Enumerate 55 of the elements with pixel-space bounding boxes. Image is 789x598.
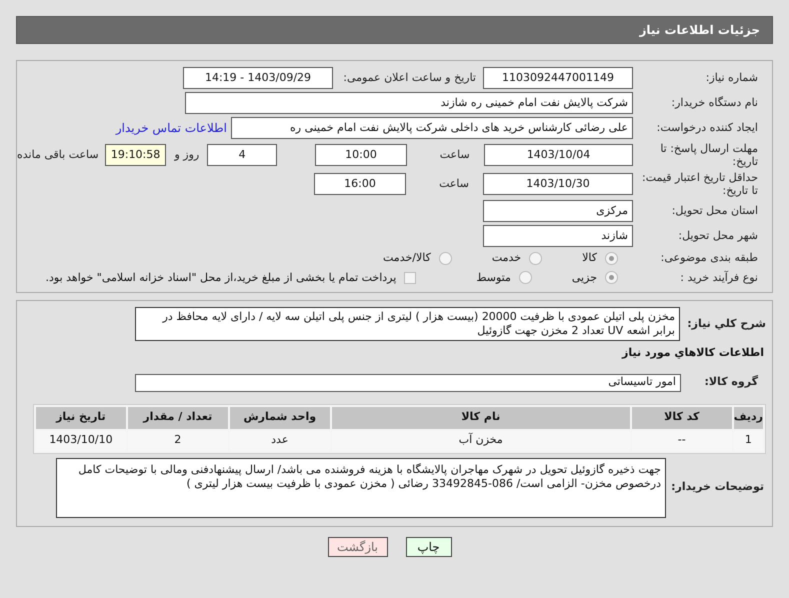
radio-label: جزیی bbox=[572, 270, 597, 286]
requester-field: علی رضائی کارشناس خرید های داخلی شرکت پالایش نفت امام خمینی ره bbox=[231, 117, 633, 139]
column-header: ردیف bbox=[734, 406, 763, 428]
field-label: نوع فرآیند خرید : bbox=[679, 270, 758, 286]
field-label: طبقه بندی موضوعی: bbox=[660, 250, 758, 266]
field-label: ساعت bbox=[438, 176, 470, 192]
field-label: نام دستگاه خریدار: bbox=[670, 94, 758, 111]
buyer-contact-link[interactable]: اطلاعات تماس خریدار bbox=[116, 119, 227, 137]
remaining-time-field: 19:10:58 bbox=[104, 144, 166, 166]
field-label: مهلت ارسال پاسخ: تا تاریخ: bbox=[659, 142, 758, 168]
buyer-org-field: شرکت پالایش نفت امام خمینی ره شازند bbox=[185, 92, 633, 114]
radio-button[interactable] bbox=[518, 271, 532, 284]
city-field: شازند bbox=[483, 225, 633, 247]
field-label: حداقل تاریخ اعتبار قیمت: تا تاریخ: bbox=[641, 171, 758, 197]
column-header: نام کالا bbox=[332, 406, 630, 428]
field-label: شرح کلي نياز: bbox=[686, 316, 766, 332]
radio-button[interactable] bbox=[605, 271, 618, 284]
description-textarea[interactable]: مخزن پلی اتیلن عمودی با ظرفیت 20000 (بیست هزار ) لیتری از جنس پلی اتیلن سه لایه / دارای لایه محافظ در برابر اشعه UV تعداد 2 مخزن جهت گازوئیل bbox=[135, 307, 680, 341]
buyer-notes-textarea[interactable]: جهت ذخیره گازوئیل تحویل در شهرک مهاجران پالایشگاه با هزینه فروشنده می باشد/ ارسال پیشنهادفنی ومالی با توضیحات کامل درخصوص مخزن- الزامی است/ 086-33492845 رضائی ( مخزن عمودی با ظرفیت بیست هزار لیتری ) bbox=[56, 458, 666, 518]
field-label: توضیحات خریدار: bbox=[670, 479, 765, 496]
column-header: تاریخ نیاز bbox=[36, 406, 126, 428]
radio-label: متوسط bbox=[476, 270, 511, 286]
province-field: مرکزی bbox=[483, 200, 633, 222]
field-label: گروه کالا: bbox=[703, 374, 759, 390]
radio-button[interactable] bbox=[529, 252, 542, 265]
checkbox-label: پرداخت تمام یا بخشی از مبلغ خرید،از محل "اسناد خزانه اسلامی" خواهد بود. bbox=[46, 270, 396, 286]
field-label: ساعت bbox=[438, 146, 471, 163]
field-label: شماره نیاز: bbox=[704, 70, 758, 86]
radio-label: کالا/خدمت bbox=[383, 250, 431, 266]
need-number-field: 1103092447001149 bbox=[483, 67, 633, 89]
checkbox[interactable] bbox=[404, 272, 416, 284]
field-label: تاریخ و ساعت اعلان عمومی: bbox=[342, 70, 476, 86]
validity-date-field: 1403/10/30 bbox=[483, 173, 633, 195]
print-button[interactable]: چاپ bbox=[406, 536, 452, 556]
column-header: تعداد / مقدار bbox=[128, 406, 228, 428]
field-label: ایجاد کننده درخواست: bbox=[656, 120, 758, 136]
field-label: شهر محل تحویل: bbox=[677, 228, 758, 244]
validity-time-field: 16:00 bbox=[314, 173, 406, 195]
field-label: استان محل تحویل: bbox=[670, 202, 758, 219]
back-button[interactable]: بازگشت bbox=[328, 536, 388, 556]
goods-group-field: امور تاسیساتی bbox=[135, 374, 681, 392]
section-heading: اطلاعات کالاهاي مورد نياز bbox=[620, 345, 764, 361]
radio-button[interactable] bbox=[605, 252, 618, 265]
field-label: ساعت باقی مانده bbox=[17, 146, 99, 163]
column-header: واحد شمارش bbox=[230, 406, 330, 428]
deadline-date-field: 1403/10/04 bbox=[484, 144, 634, 166]
radio-label: خدمت bbox=[492, 250, 522, 266]
radio-label: کالا bbox=[582, 250, 597, 266]
column-header: کد کالا bbox=[632, 406, 732, 428]
announce-date-field: 1403/09/29 - 14:19 bbox=[183, 67, 333, 89]
days-field: 4 bbox=[207, 144, 278, 166]
radio-button[interactable] bbox=[438, 252, 452, 265]
deadline-time-field: 10:00 bbox=[315, 144, 407, 166]
field-label: روز و bbox=[174, 146, 200, 163]
header-title: جزئیات اطلاعات نیاز bbox=[639, 22, 760, 39]
